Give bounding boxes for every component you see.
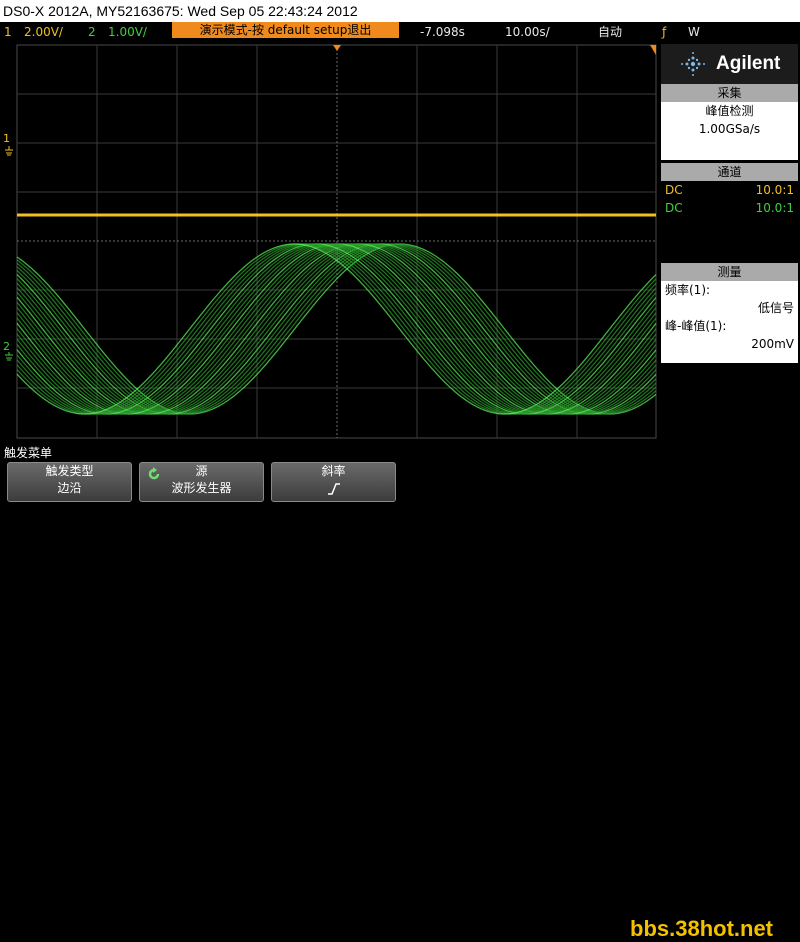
ch1-probe-ratio: 10.0:1 — [755, 183, 794, 197]
trigger-mode[interactable]: 自动 — [598, 22, 622, 42]
measure-header: 测量 — [661, 263, 798, 281]
sample-rate: 1.00GSa/s — [698, 122, 761, 136]
watermark: bbs.38hot.net — [630, 916, 774, 941]
menu-title: 触发菜单 — [4, 446, 53, 460]
waveform-display[interactable]: 1 2 — [0, 42, 660, 442]
softkey-value: 波形发生器 — [171, 481, 232, 495]
trigger-slope-icon: ƒ — [662, 25, 667, 39]
demo-mode-banner: 演示模式-按 default setup退出 — [172, 22, 399, 38]
ch1-scale[interactable]: 2.00V/ — [24, 22, 63, 42]
measure-label-1: 频率(1): — [665, 283, 711, 297]
ch1-row: DC 10.0:1 — [661, 181, 798, 199]
svg-text:2: 2 — [3, 340, 10, 353]
ch2-row: DC 10.0:1 — [661, 199, 798, 217]
softkey-label: 斜率 — [321, 464, 346, 478]
time-scale[interactable]: 10.00s/ — [505, 22, 550, 42]
acquire-mode: 峰值检测 — [705, 104, 754, 118]
trigger-channel: W — [688, 25, 700, 39]
status-bar: 1 2.00V/ 2 1.00V/ 演示模式-按 default setup退出… — [0, 22, 800, 42]
softkey-value: 边沿 — [57, 481, 82, 495]
acquire-header: 采集 — [661, 84, 798, 102]
softkey-label: 触发类型 — [45, 464, 94, 478]
measure-value-2: 200mV — [751, 337, 794, 351]
side-panel: Agilent 采集 峰值检测 1.00GSa/s 通道 DC 10.0:1 D… — [660, 42, 800, 442]
agilent-spark-icon — [681, 52, 705, 76]
brand-header: Agilent — [661, 44, 798, 84]
ch2-scale[interactable]: 1.00V/ — [108, 22, 147, 42]
softkey-bar: 触发菜单 触发类型 边沿 源 波形发生器 斜率 bbs.38hot.net — [0, 442, 800, 941]
svg-text:1: 1 — [3, 132, 10, 145]
ch2-coupling: DC — [665, 201, 683, 215]
ch1-coupling: DC — [665, 183, 683, 197]
channel-panel[interactable]: 通道 DC 10.0:1 DC 10.0:1 — [661, 163, 798, 223]
window-title: DS0-X 2012A, MY52163675: Wed Sep 05 22:4… — [0, 0, 800, 22]
measure-label-2: 峰-峰值(1): — [665, 319, 727, 333]
ch1-number: 1 — [4, 25, 12, 39]
trigger-type-softkey[interactable]: 触发类型 边沿 — [7, 462, 132, 502]
channel-header: 通道 — [661, 163, 798, 181]
rotate-knob-icon — [148, 467, 160, 480]
trigger-slope-softkey[interactable]: 斜率 — [271, 462, 396, 502]
time-offset[interactable]: -7.098s — [420, 22, 465, 42]
measure-value-1: 低信号 — [757, 301, 794, 315]
brand-name: Agilent — [716, 53, 781, 74]
acquire-panel[interactable]: 采集 峰值检测 1.00GSa/s — [661, 84, 798, 160]
ch2-number: 2 — [88, 25, 96, 39]
rising-edge-icon — [272, 480, 395, 497]
trigger-source-softkey[interactable]: 源 波形发生器 — [139, 462, 264, 502]
measure-panel[interactable]: 测量 频率(1): 低信号 峰-峰值(1): 200mV — [661, 263, 798, 363]
ch2-probe-ratio: 10.0:1 — [755, 201, 794, 215]
